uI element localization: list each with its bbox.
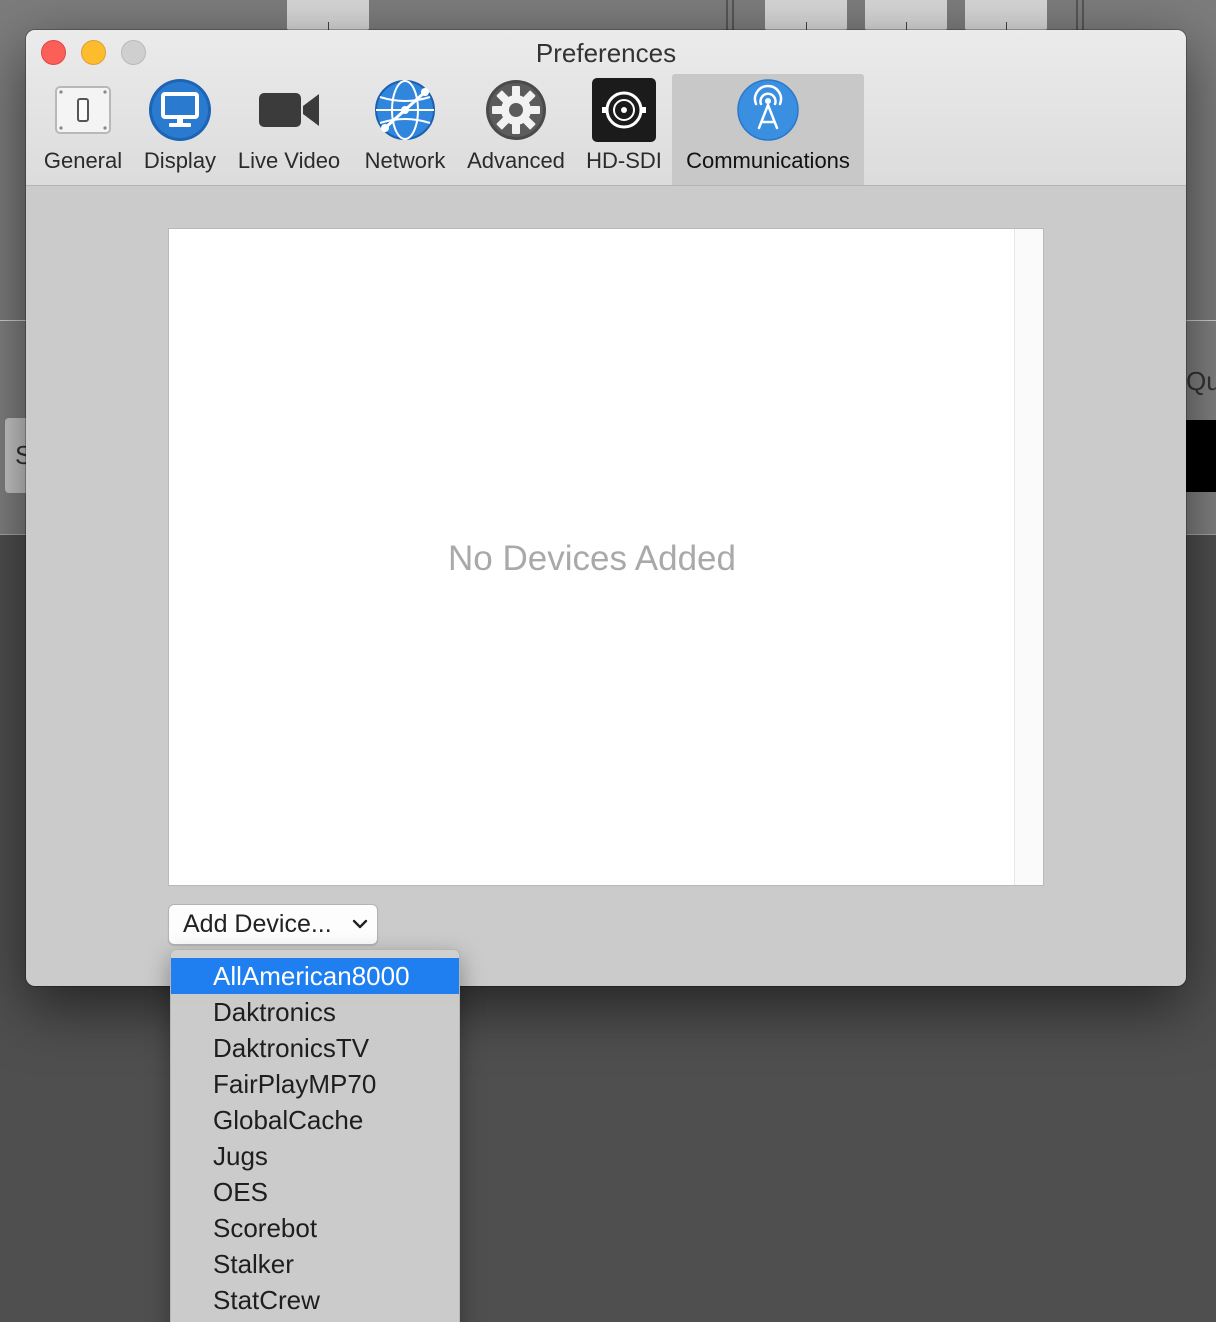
background-divider (1076, 0, 1078, 30)
menu-item-globalcache[interactable]: GlobalCache (171, 1102, 459, 1138)
menu-item-daktronicstv[interactable]: DaktronicsTV (171, 1030, 459, 1066)
bnc-connector-icon (592, 78, 656, 142)
add-device-button[interactable]: Add Device... (168, 904, 378, 945)
tab-label: General (43, 148, 123, 173)
menu-item-jugs[interactable]: Jugs (171, 1138, 459, 1174)
tab-label: Display (143, 148, 217, 173)
background-divider (1082, 0, 1084, 30)
background-label: Qu (1186, 366, 1216, 396)
background-tab (965, 0, 1047, 30)
globe-icon (375, 80, 435, 140)
add-device-menu: AllAmerican8000 Daktronics DaktronicsTV … (170, 949, 460, 1322)
tab-label: Communications (686, 148, 850, 173)
menu-item-scorebot[interactable]: Scorebot (171, 1210, 459, 1246)
device-list[interactable]: No Devices Added (168, 228, 1044, 886)
tab-live-video[interactable]: Live Video (233, 74, 345, 185)
background-divider (732, 0, 734, 30)
gear-icon (486, 80, 546, 140)
switch-icon (55, 86, 111, 134)
menu-item-stalker[interactable]: Stalker (171, 1246, 459, 1282)
tab-general[interactable]: General (38, 74, 128, 185)
menu-item-fairplaymp70[interactable]: FairPlayMP70 (171, 1066, 459, 1102)
tab-label: Network (364, 148, 446, 173)
background-divider (726, 0, 728, 30)
tab-label: HD-SDI (586, 148, 662, 173)
tab-communications[interactable]: Communications (672, 74, 864, 185)
tab-display[interactable]: Display (135, 74, 225, 185)
video-camera-icon (259, 93, 319, 127)
menu-item-daktronics[interactable]: Daktronics (171, 994, 459, 1030)
list-scrollbar[interactable] (1014, 229, 1043, 885)
tab-network[interactable]: Network (359, 74, 451, 185)
titlebar: Preferences General Display Live Video N… (26, 30, 1186, 186)
chevron-down-icon (352, 919, 368, 929)
display-icon (149, 79, 211, 141)
add-device-label: Add Device... (183, 910, 332, 938)
background-tab (765, 0, 847, 30)
tab-hd-sdi[interactable]: HD-SDI (583, 74, 665, 185)
tab-label: Live Video (237, 148, 341, 173)
empty-state-message: No Devices Added (448, 539, 736, 578)
background-tab (287, 0, 369, 30)
menu-item-allamerican8000[interactable]: AllAmerican8000 (171, 958, 459, 994)
tab-label: Advanced (467, 148, 565, 173)
menu-item-oes[interactable]: OES (171, 1174, 459, 1210)
preferences-window: Preferences General Display Live Video N… (26, 30, 1186, 986)
menu-item-statcrew[interactable]: StatCrew (171, 1282, 459, 1318)
antenna-icon (737, 79, 799, 141)
background-tab (865, 0, 947, 30)
window-title: Preferences (535, 38, 677, 68)
tab-advanced[interactable]: Advanced (462, 74, 570, 185)
background-black-panel (1186, 420, 1216, 492)
